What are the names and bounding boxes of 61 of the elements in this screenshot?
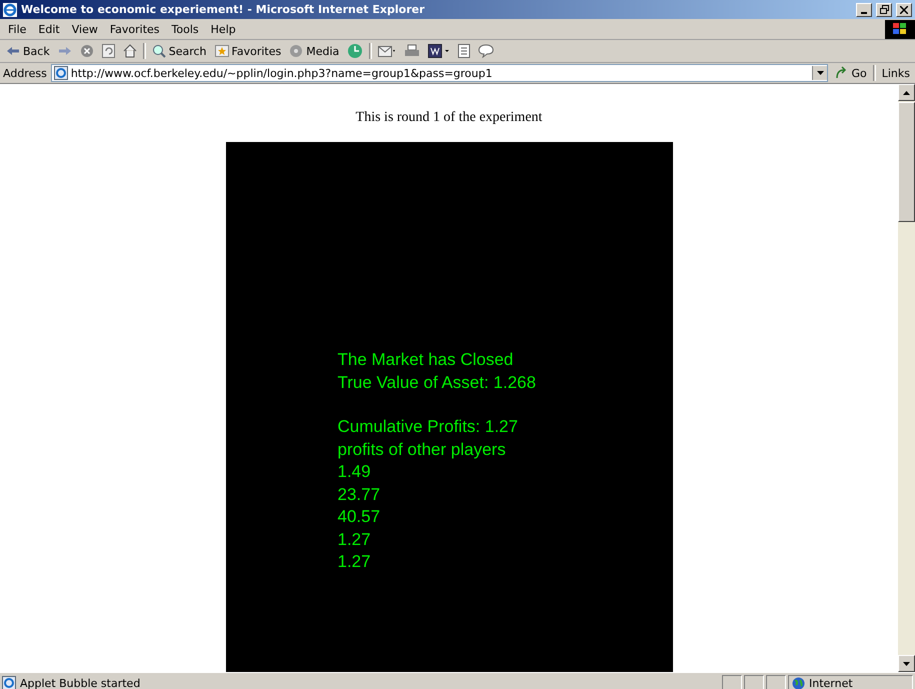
windows-logo-icon [885,20,915,38]
close-button[interactable] [896,2,912,16]
search-icon [152,44,166,58]
home-icon [122,44,137,58]
stop-icon [80,44,94,58]
speech-bubble-icon [478,44,494,58]
links-button[interactable]: Links [880,66,912,80]
notes-button[interactable] [456,43,472,59]
star-folder-icon [214,45,229,57]
result-text: The Market has Closed [338,349,514,371]
mail-icon [378,44,396,58]
address-field[interactable]: http://www.ocf.berkeley.edu/~pplin/login.php3?name=group1&pass=group1 [50,64,828,82]
zone-text: Internet [809,676,853,689]
back-arrow-icon [6,46,20,56]
result-text: True Value of Asset: 1.268 [338,372,537,394]
profit-text: 23.77 [338,484,382,506]
close-icon [900,6,908,14]
status-pane [744,674,764,689]
minimize-button[interactable] [856,2,872,16]
media-button[interactable]: Media [287,43,342,59]
globe-icon [792,676,805,689]
scroll-bar[interactable] [898,84,915,672]
menu-item[interactable]: Edit [32,22,66,36]
menu-item[interactable]: Favorites [104,22,166,36]
back-button[interactable]: Back [4,44,52,58]
page-icon [54,66,68,80]
address-input[interactable]: http://www.ocf.berkeley.edu/~pplin/login.php3?name=group1&pass=group1 [70,66,810,80]
browser-logo-icon [3,2,17,16]
favorites-button[interactable]: Favorites [212,44,284,58]
profit-text: 1.49 [338,461,372,483]
document-edit-icon [428,44,450,58]
restore-button[interactable] [876,2,892,16]
search-button[interactable]: Search [150,43,209,59]
profit-text: 1.27 [338,528,372,550]
profit-text: 1.27 [338,551,372,573]
page-icon [458,44,470,58]
refresh-button[interactable] [100,43,117,59]
window-title: Welcome to economic experiement! - Microsoft Internet Explorer [21,3,426,16]
go-button[interactable]: Go [832,65,869,81]
media-icon [289,44,304,58]
menu-item[interactable]: View [66,22,104,36]
forward-arrow-icon [58,46,72,56]
go-arrow-icon [834,66,848,80]
menu-item[interactable]: Help [204,22,242,36]
menu-item[interactable]: File [2,22,32,36]
page-icon [2,676,16,689]
profit-text: Cumulative Profits: 1.27 [338,416,519,438]
profit-text: profits of other players [338,438,507,460]
printer-icon [404,44,420,58]
minimize-icon [861,12,867,14]
address-label: Address [3,66,47,80]
status-pane [766,674,786,689]
restore-icon [880,5,888,14]
discuss-button[interactable] [476,43,496,59]
round-text: This is round 1 of the experiment [356,110,542,126]
refresh-icon [102,44,115,58]
profit-text: 40.57 [338,506,382,528]
menu-item[interactable]: Tools [166,22,205,36]
status-pane [722,674,742,689]
status-text: Applet Bubble started [20,676,140,689]
history-icon [347,43,364,59]
